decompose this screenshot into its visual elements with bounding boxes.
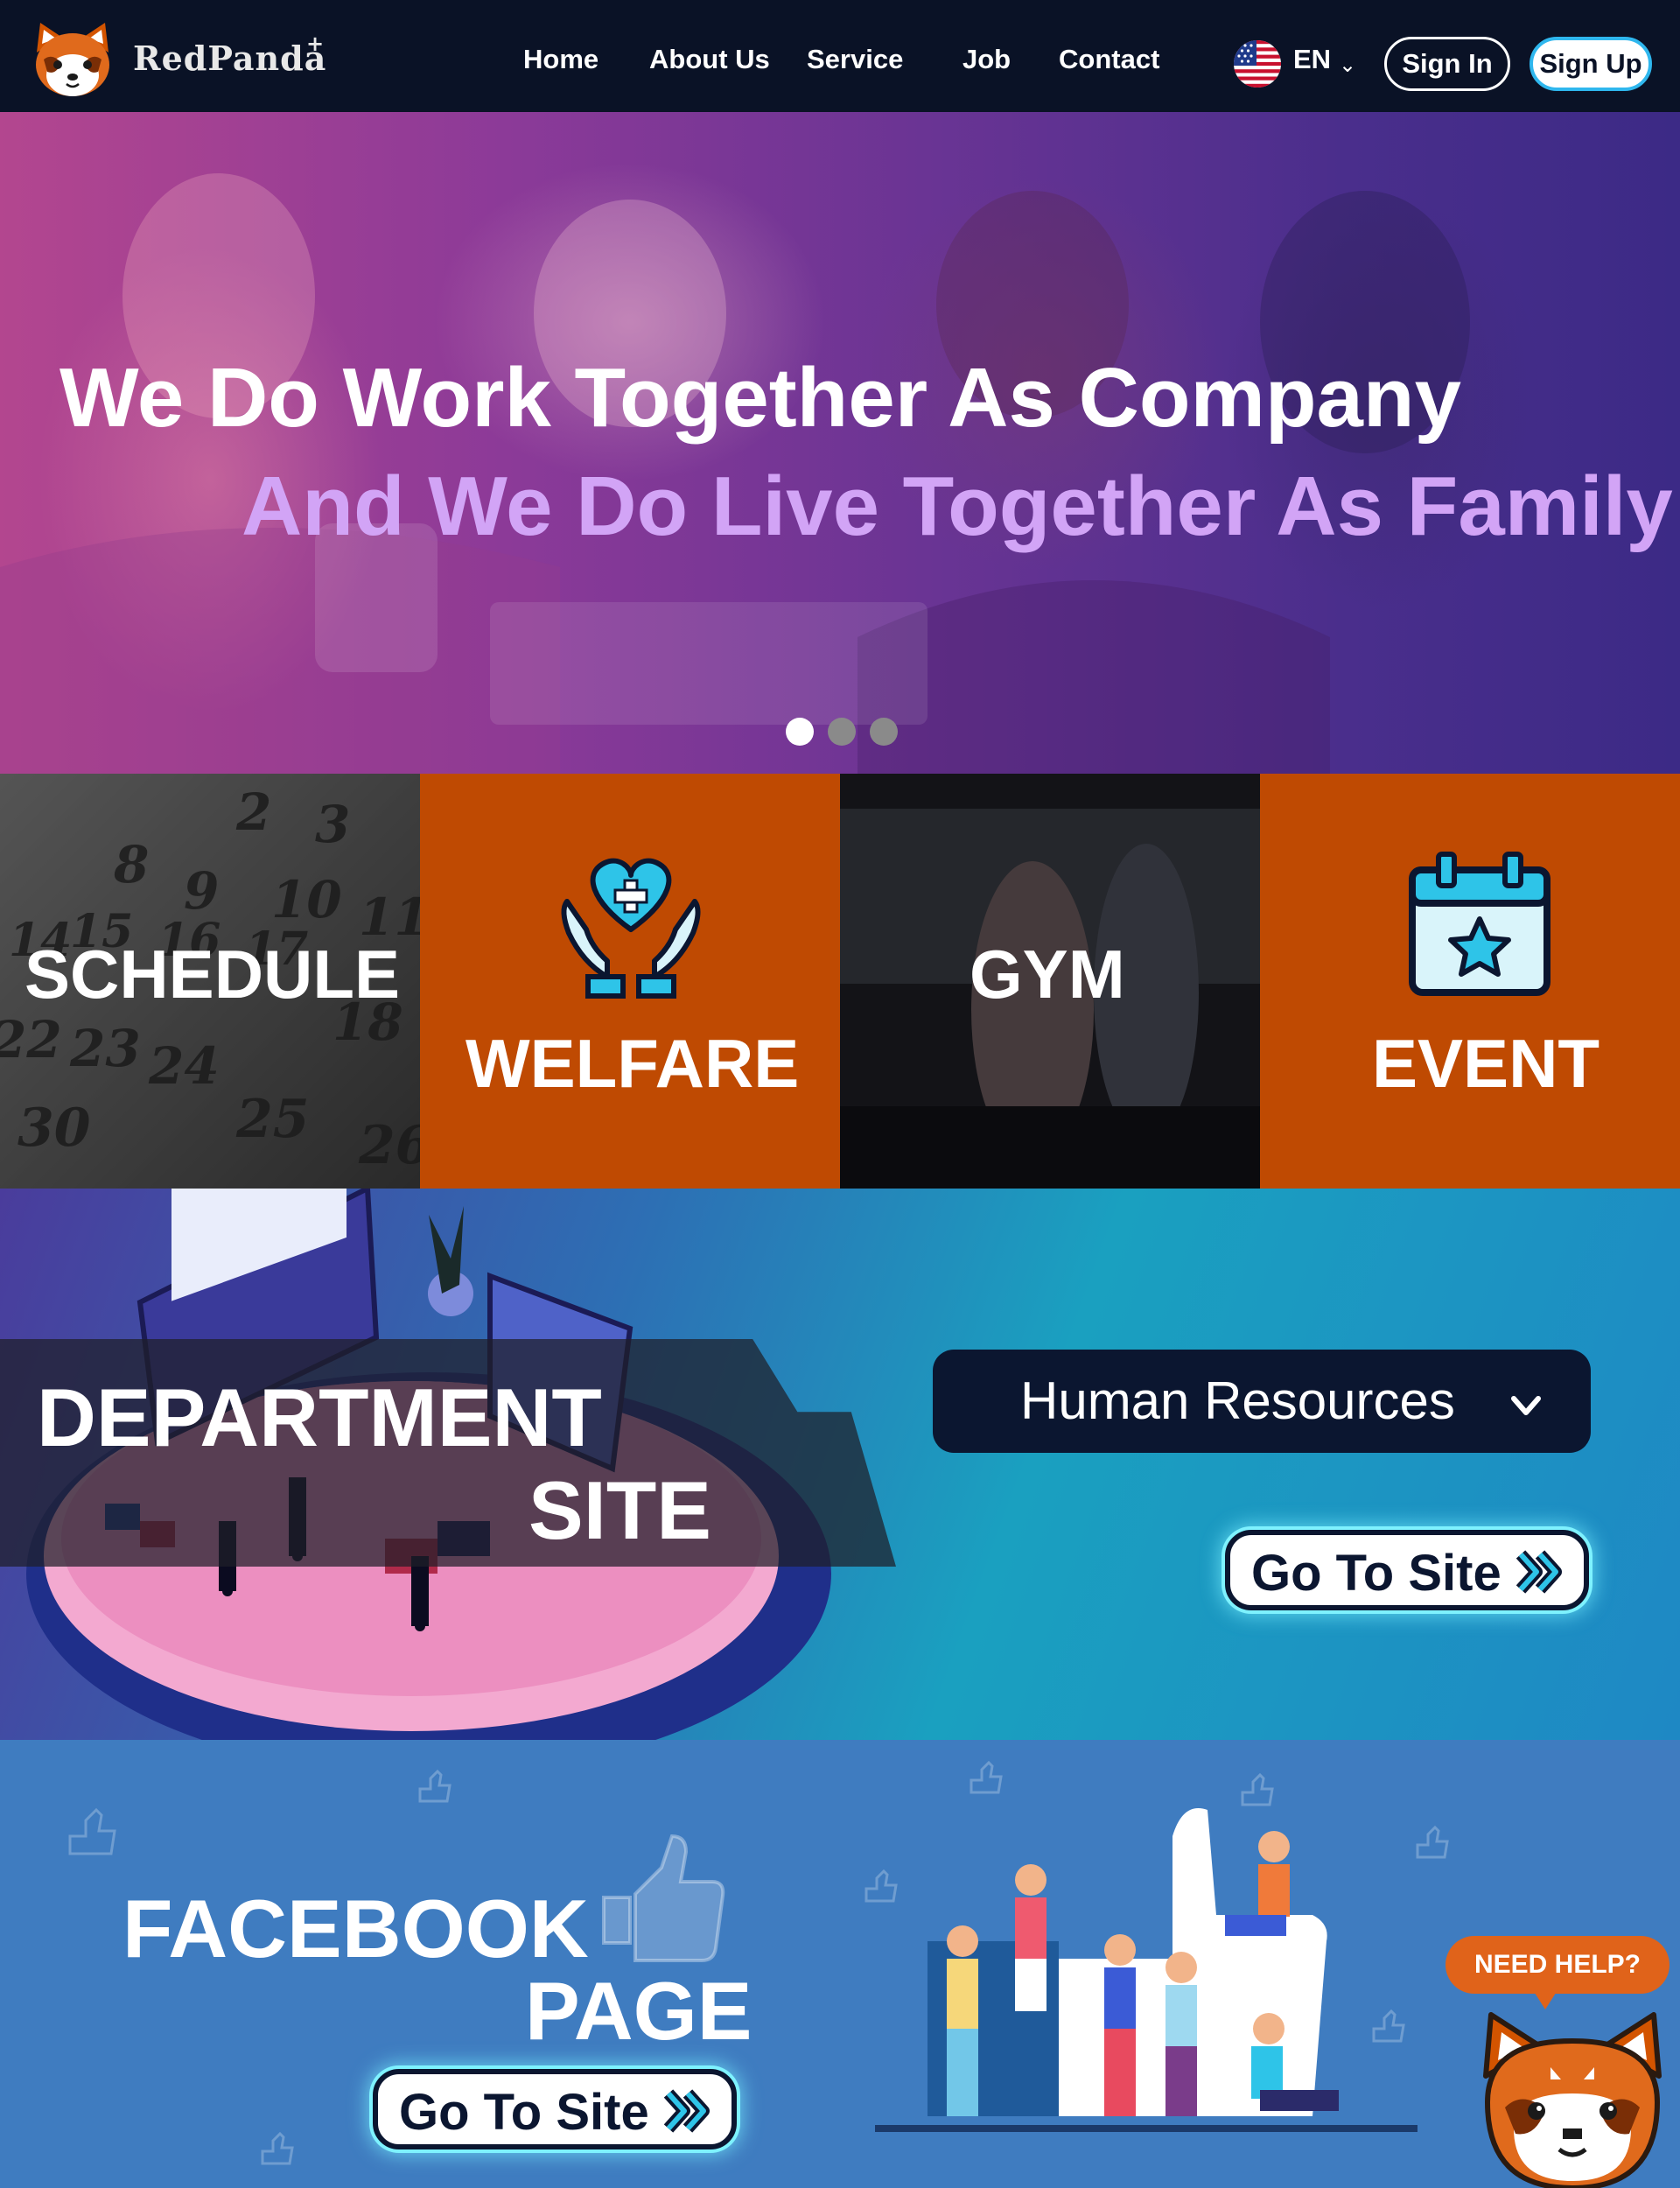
language-selector[interactable]: EN [1293,44,1331,75]
facebook-title-line2: PAGE [525,1965,752,2057]
calendar-star-icon [1409,852,1550,996]
heart-hands-icon [561,858,701,999]
facebook-title-line1: FACEBOOK [122,1883,589,1974]
us-flag-icon[interactable] [1234,40,1281,88]
carousel-dot-2[interactable] [828,718,856,746]
hero-heading-line2: And We Do Live Together As Family [242,459,1673,553]
sign-in-button[interactable]: Sign In [1384,37,1510,91]
nav-home[interactable]: Home [523,44,598,75]
department-site-section: DEPARTMENT SITE Human Resources Go To Si… [0,1189,1680,1740]
tile-gym-label: GYM [970,936,1125,1013]
hero-heading-line1: We Do Work Together As Company [60,351,1461,445]
nav-job[interactable]: Job [962,44,1011,75]
need-help-bubble[interactable]: NEED HELP? [1446,1936,1670,1994]
department-title-line2: SITE [528,1464,711,1556]
department-dropdown[interactable]: Human Resources [933,1350,1591,1453]
facebook-page-section: FACEBOOK PAGE Go To Site [0,1740,1680,2188]
nav-contact[interactable]: Contact [1059,44,1159,75]
nav-about-us[interactable]: About Us [649,44,770,75]
facebook-go-to-site-button[interactable]: Go To Site [373,2069,737,2149]
tile-event[interactable]: EVENT [1260,774,1680,1189]
red-panda-logo[interactable] [32,18,114,100]
carousel-dot-3[interactable] [870,718,898,746]
department-title-line1: DEPARTMENT [37,1371,602,1463]
brand-plus-mark: + [306,32,325,56]
carousel-dot-1[interactable] [786,718,814,746]
tile-welfare[interactable]: WELFARE [420,774,840,1189]
chevron-down-icon [1511,1396,1541,1415]
hero-banner: We Do Work Together As Company And We Do… [0,112,1680,774]
tile-schedule-label: SCHEDULE [24,936,401,1013]
department-dropdown-value: Human Resources [1020,1371,1455,1430]
red-panda-mascot-icon[interactable] [1479,2006,1666,2188]
chevron-down-icon[interactable]: ⌄ [1339,53,1356,77]
department-go-to-site-button[interactable]: Go To Site [1225,1530,1589,1610]
double-chevron-right-icon [1516,1550,1562,1594]
tile-schedule[interactable]: 2 3 8 9 10 11 14 15 16 17 22 23 24 18 30… [0,774,420,1189]
tile-welfare-label: WELFARE [466,1025,800,1102]
sign-up-button[interactable]: Sign Up [1530,37,1652,91]
tile-event-label: EVENT [1372,1025,1600,1102]
tile-gym[interactable]: GYM [840,774,1260,1189]
double-chevron-right-icon [663,2089,710,2133]
brand-name[interactable]: RedPanda [133,39,326,78]
go-to-site-label: Go To Site [399,2084,649,2141]
go-to-site-label: Go To Site [1251,1545,1502,1602]
nav-service[interactable]: Service [807,44,903,75]
top-navbar: RedPanda + Home About Us Service Job Con… [0,0,1680,112]
